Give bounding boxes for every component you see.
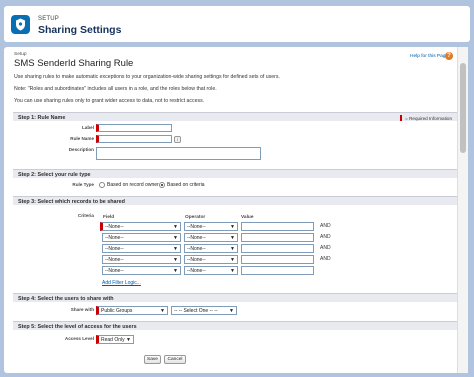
required-marker-icon xyxy=(400,115,403,121)
criteria-value-input-1[interactable] xyxy=(241,222,314,231)
col-field: Field xyxy=(103,215,115,220)
setup-header: SETUP Sharing Settings xyxy=(4,6,470,42)
criteria-operator-value: --None-- xyxy=(187,268,206,274)
share-with-target-select[interactable]: -- -- Select One -- -- ▼ xyxy=(171,306,237,315)
description-field-label: Description xyxy=(68,147,94,152)
dropdown-arrow-icon: ▼ xyxy=(230,268,235,274)
intro-text-3: You can use sharing rules only to grant … xyxy=(14,98,205,104)
radio-record-owner-label: Based on record owner xyxy=(107,182,159,188)
step1-header: Step 1: Rule Name = Required Information xyxy=(13,112,457,121)
rule-name-field-label: Rule Name xyxy=(70,136,94,141)
scrollbar-thumb[interactable] xyxy=(460,63,466,153)
dropdown-arrow-icon: ▼ xyxy=(173,246,178,252)
dropdown-arrow-icon: ▼ xyxy=(230,246,235,252)
access-level-select[interactable]: Read Only ▼ xyxy=(96,335,134,344)
criteria-conjunction: AND xyxy=(320,223,331,229)
share-with-label: Share with xyxy=(70,307,94,312)
dropdown-arrow-icon: ▼ xyxy=(173,235,178,241)
dropdown-arrow-icon: ▼ xyxy=(230,257,235,263)
description-textarea[interactable] xyxy=(96,147,261,160)
dropdown-arrow-icon: ▼ xyxy=(230,224,235,230)
radio-criteria[interactable] xyxy=(159,182,165,188)
radio-criteria-label: Based on criteria xyxy=(167,182,205,188)
step1-title: Step 1: Rule Name xyxy=(18,115,66,121)
step3-title: Step 3: Select which records to be share… xyxy=(18,199,125,205)
criteria-value-input-2[interactable] xyxy=(241,233,314,242)
dropdown-arrow-icon: ▼ xyxy=(229,308,234,314)
share-with-select[interactable]: Public Groups ▼ xyxy=(96,306,168,315)
criteria-operator-select-2[interactable]: --None-- ▼ xyxy=(184,233,238,242)
help-icon[interactable]: ? xyxy=(445,52,453,60)
criteria-operator-select-1[interactable]: --None-- ▼ xyxy=(184,222,238,231)
criteria-label: Criteria xyxy=(77,213,94,218)
intro-text-2: Note: "Roles and subordinates" includes … xyxy=(14,86,217,92)
add-filter-logic-link[interactable]: Add Filter Logic... xyxy=(102,280,141,286)
criteria-operator-select-3[interactable]: --None-- ▼ xyxy=(184,244,238,253)
step4-title: Step 4: Select the users to share with xyxy=(18,296,114,302)
criteria-value-input-4[interactable] xyxy=(241,255,314,264)
dropdown-arrow-icon: ▼ xyxy=(173,268,178,274)
criteria-operator-value: --None-- xyxy=(187,235,206,241)
dropdown-arrow-icon: ▼ xyxy=(126,337,131,343)
step3-header: Step 3: Select which records to be share… xyxy=(13,196,457,205)
label-field-label: Label xyxy=(82,125,94,130)
criteria-field-select-3[interactable]: --None-- ▼ xyxy=(102,244,181,253)
criteria-field-value: --None-- xyxy=(105,235,124,241)
step5-title: Step 5: Select the level of access for t… xyxy=(18,324,137,330)
rule-name-input[interactable] xyxy=(96,135,172,143)
step4-header: Step 4: Select the users to share with xyxy=(13,293,457,302)
criteria-field-select-2[interactable]: --None-- ▼ xyxy=(102,233,181,242)
criteria-conjunction: AND xyxy=(320,256,331,262)
criteria-conjunction: AND xyxy=(320,234,331,240)
col-operator: Operator xyxy=(185,215,206,220)
dropdown-arrow-icon: ▼ xyxy=(173,224,178,230)
radio-record-owner[interactable] xyxy=(99,182,105,188)
intro-text-1: Use sharing rules to make automatic exce… xyxy=(14,74,280,80)
share-with-target-value: -- -- Select One -- -- xyxy=(174,308,218,314)
vertical-scrollbar[interactable] xyxy=(457,47,468,373)
dropdown-arrow-icon: ▼ xyxy=(160,308,165,314)
criteria-field-value: --None-- xyxy=(105,257,124,263)
step2-title: Step 2: Select your rule type xyxy=(18,172,91,178)
main-panel: Setup SMS SenderId Sharing Rule Help for… xyxy=(4,47,466,373)
criteria-operator-value: --None-- xyxy=(187,257,206,263)
setup-label: SETUP xyxy=(38,16,60,22)
step5-header: Step 5: Select the level of access for t… xyxy=(13,321,457,330)
step2-header: Step 2: Select your rule type xyxy=(13,169,457,178)
criteria-operator-select-4[interactable]: --None-- ▼ xyxy=(184,255,238,264)
col-value: Value xyxy=(241,215,254,220)
required-info: = Required Information xyxy=(400,115,452,121)
access-level-label: Access Level xyxy=(64,336,94,341)
page-header-title: Sharing Settings xyxy=(38,24,122,36)
share-with-value: Public Groups xyxy=(101,308,133,314)
breadcrumb[interactable]: Setup xyxy=(14,52,27,57)
rule-type-label: Rule Type xyxy=(72,182,94,187)
criteria-operator-value: --None-- xyxy=(187,224,206,230)
sharing-settings-icon xyxy=(11,15,30,34)
criteria-field-value: --None-- xyxy=(105,268,124,274)
criteria-field-select-5[interactable]: --None-- ▼ xyxy=(102,266,181,275)
criteria-value-input-3[interactable] xyxy=(241,244,314,253)
label-input[interactable] xyxy=(96,124,172,132)
save-button[interactable]: Save xyxy=(144,355,161,364)
criteria-field-value: --None-- xyxy=(105,246,124,252)
cancel-button[interactable]: Cancel xyxy=(164,355,186,364)
help-link[interactable]: Help for this Page xyxy=(410,54,448,59)
criteria-field-value: --None-- xyxy=(105,224,124,230)
info-icon[interactable]: i xyxy=(174,136,181,143)
criteria-field-select-1[interactable]: --None-- ▼ xyxy=(100,222,181,231)
criteria-conjunction: AND xyxy=(320,245,331,251)
criteria-field-select-4[interactable]: --None-- ▼ xyxy=(102,255,181,264)
criteria-value-input-5[interactable] xyxy=(241,266,314,275)
criteria-operator-value: --None-- xyxy=(187,246,206,252)
required-info-text: = Required Information xyxy=(405,116,452,121)
criteria-operator-select-5[interactable]: --None-- ▼ xyxy=(184,266,238,275)
dropdown-arrow-icon: ▼ xyxy=(230,235,235,241)
access-level-value: Read Only xyxy=(101,337,125,343)
dropdown-arrow-icon: ▼ xyxy=(173,257,178,263)
page-title: SMS SenderId Sharing Rule xyxy=(14,58,134,69)
